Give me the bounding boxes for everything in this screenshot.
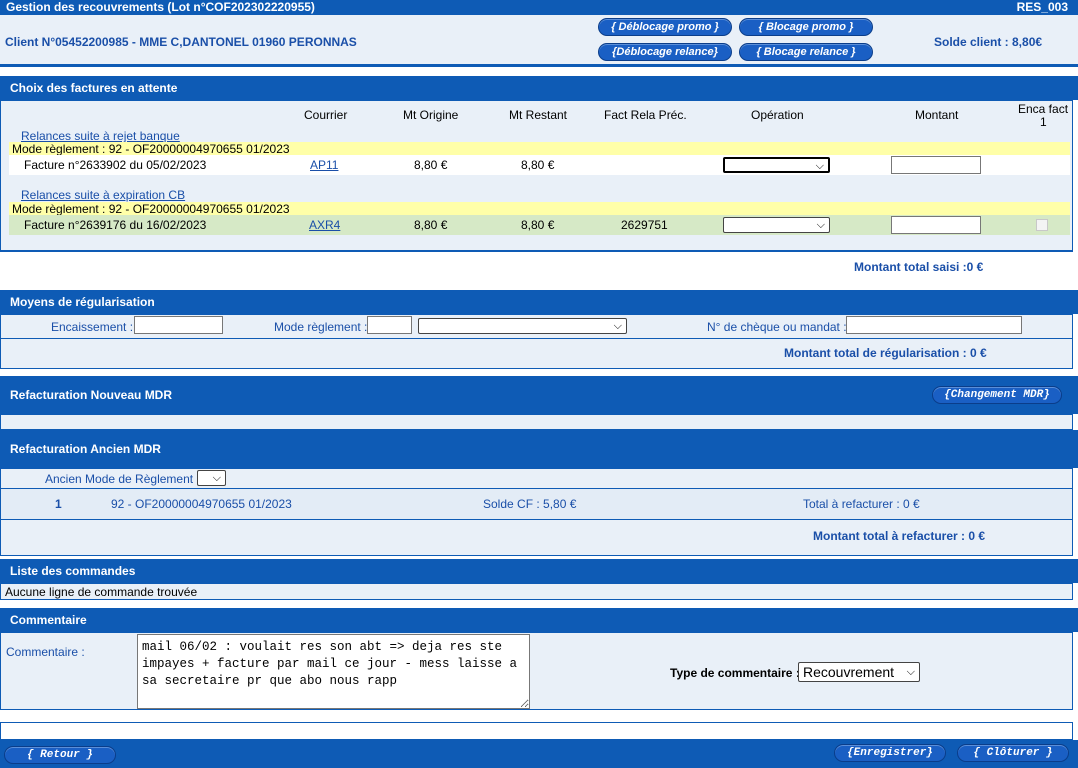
facture-row: Facture n°2639176 du 16/02/2023 AXR4 8,8… <box>9 215 1070 235</box>
cheque-input[interactable] <box>846 316 1022 334</box>
mode-reglement-label: Mode règlement : <box>274 320 368 334</box>
row-mode: 92 - OF20000004970655 01/2023 <box>111 497 292 511</box>
col-mt-origine: Mt Origine <box>403 108 459 122</box>
client-balance: Solde client : 8,80€ <box>934 35 1043 49</box>
spacer-panel <box>0 722 1073 740</box>
col-montant: Montant <box>915 108 959 122</box>
mode-reglement-text: Mode règlement : 92 - OF20000004970655 0… <box>12 202 290 216</box>
row-number: 1 <box>55 497 62 511</box>
type-commentaire-value: Recouvrement <box>803 664 895 680</box>
enca-checkbox[interactable] <box>1036 219 1048 231</box>
facture-label: Facture n°2639176 du 16/02/2023 <box>24 218 207 232</box>
mt-origine: 8,80 € <box>414 158 448 172</box>
commandes-panel: Aucune ligne de commande trouvée <box>0 583 1073 600</box>
page-title: Gestion des recouvrements (Lot n°COF2023… <box>6 0 315 14</box>
ancien-mdr-row: 1 92 - OF20000004970655 01/2023 Solde CF… <box>1 489 1072 519</box>
chevron-down-icon: ⌵ <box>815 160 824 172</box>
fact-rela: 2629751 <box>621 218 668 232</box>
commentaire-title: Commentaire <box>10 613 87 627</box>
ancien-mdr-title: Refacturation Ancien MDR <box>10 442 161 456</box>
title-bar: Gestion des recouvrements (Lot n°COF2023… <box>0 0 1078 15</box>
divider <box>1 338 1072 339</box>
chevron-down-icon: ⌵ <box>212 472 221 484</box>
mt-origine: 8,80 € <box>414 218 448 232</box>
commandes-title: Liste des commandes <box>10 564 136 578</box>
divider <box>1 519 1072 520</box>
commentaire-section-header: Commentaire <box>0 608 1078 632</box>
screen-code: RES_003 <box>1016 0 1068 14</box>
type-commentaire-label: Type de commentaire : <box>670 666 800 680</box>
operation-select[interactable]: ⌵ <box>723 217 830 233</box>
mode-reglement-code-input[interactable] <box>367 316 412 334</box>
mode-reglement-row: Mode règlement : 92 - OF20000004970655 0… <box>9 202 1070 216</box>
divider <box>1 250 1072 251</box>
col-courrier: Courrier <box>304 108 348 122</box>
moyens-title: Moyens de régularisation <box>10 295 155 309</box>
col-operation: Opération <box>751 108 804 122</box>
col-enca-fact: Enca fact <box>1018 102 1069 116</box>
chevron-down-icon: ⌵ <box>816 219 825 231</box>
col-fact-rela: Fact Rela Préc. <box>604 108 687 122</box>
commentaire-textarea[interactable] <box>137 634 530 709</box>
factures-section-header: Choix des factures en attente <box>0 76 1078 100</box>
montant-total-refacturer: Montant total à refacturer : 0 € <box>813 529 986 543</box>
encaissement-input[interactable] <box>134 316 223 334</box>
ancien-mdr-section-header: Refacturation Ancien MDR <box>0 430 1078 468</box>
commandes-empty-text: Aucune ligne de commande trouvée <box>5 585 198 599</box>
row-total: Total à refacturer : 0 € <box>803 497 920 511</box>
blocage-promo-button[interactable]: { Blocage promo } <box>739 18 873 36</box>
operation-select[interactable]: ⌵ <box>723 157 830 173</box>
montant-input[interactable] <box>891 156 981 174</box>
chevron-down-icon: ⌵ <box>906 666 915 678</box>
enregistrer-button[interactable]: {Enregistrer} <box>834 744 946 762</box>
deblocage-relance-button[interactable]: {Déblocage relance} <box>598 43 732 61</box>
chevron-down-icon: ⌵ <box>613 320 622 332</box>
commentaire-label: Commentaire : <box>6 645 85 659</box>
factures-title: Choix des factures en attente <box>10 81 178 95</box>
nouveau-mdr-title: Refacturation Nouveau MDR <box>10 388 173 402</box>
group-label-expiration-cb[interactable]: Relances suite à expiration CB <box>21 188 185 202</box>
montant-total-saisi: Montant total saisi :0 € <box>854 260 984 274</box>
mode-reglement-select[interactable]: ⌵ <box>418 318 627 334</box>
col-mt-restant: Mt Restant <box>509 108 568 122</box>
ancien-mode-label: Ancien Mode de Règlement : <box>45 472 200 486</box>
moyens-section-header: Moyens de régularisation <box>0 290 1078 314</box>
retour-button[interactable]: { Retour } <box>4 746 116 764</box>
row-solde: Solde CF : 5,80 € <box>483 497 577 511</box>
courrier-link[interactable]: AXR4 <box>309 218 340 232</box>
cheque-label: N° de chèque ou mandat : <box>707 320 847 334</box>
ancien-mode-select[interactable]: ⌵ <box>197 470 226 486</box>
deblocage-promo-button[interactable]: { Déblocage promo } <box>598 18 732 36</box>
blocage-relance-button[interactable]: { Blocage relance } <box>739 43 873 61</box>
cloturer-button[interactable]: { Clôturer } <box>957 744 1069 762</box>
mode-reglement-text: Mode règlement : 92 - OF20000004970655 0… <box>12 142 290 156</box>
courrier-link[interactable]: AP11 <box>310 158 338 172</box>
nouveau-mdr-panel <box>0 414 1073 430</box>
type-commentaire-select[interactable]: Recouvrement ⌵ <box>798 662 920 682</box>
client-info: Client N°05452200985 - MME C,DANTONEL 01… <box>5 35 357 49</box>
facture-label: Facture n°2633902 du 05/02/2023 <box>24 158 207 172</box>
montant-total-regularisation: Montant total de régularisation : 0 € <box>784 346 987 360</box>
mt-restant: 8,80 € <box>521 218 555 232</box>
facture-row: Facture n°2633902 du 05/02/2023 AP11 8,8… <box>9 155 1070 175</box>
col-enca-num: 1 <box>1040 115 1047 129</box>
mode-reglement-row: Mode règlement : 92 - OF20000004970655 0… <box>9 142 1070 156</box>
nouveau-mdr-section-header: Refacturation Nouveau MDR <box>0 376 1078 414</box>
commandes-section-header: Liste des commandes <box>0 559 1078 583</box>
group-label-rejet-banque[interactable]: Relances suite à rejet banque <box>21 129 180 143</box>
changement-mdr-button[interactable]: {Changement MDR} <box>932 386 1062 404</box>
client-header: Client N°05452200985 - MME C,DANTONEL 01… <box>0 15 1078 67</box>
montant-input[interactable] <box>891 216 981 234</box>
mt-restant: 8,80 € <box>521 158 555 172</box>
encaissement-label: Encaissement : <box>51 320 134 334</box>
